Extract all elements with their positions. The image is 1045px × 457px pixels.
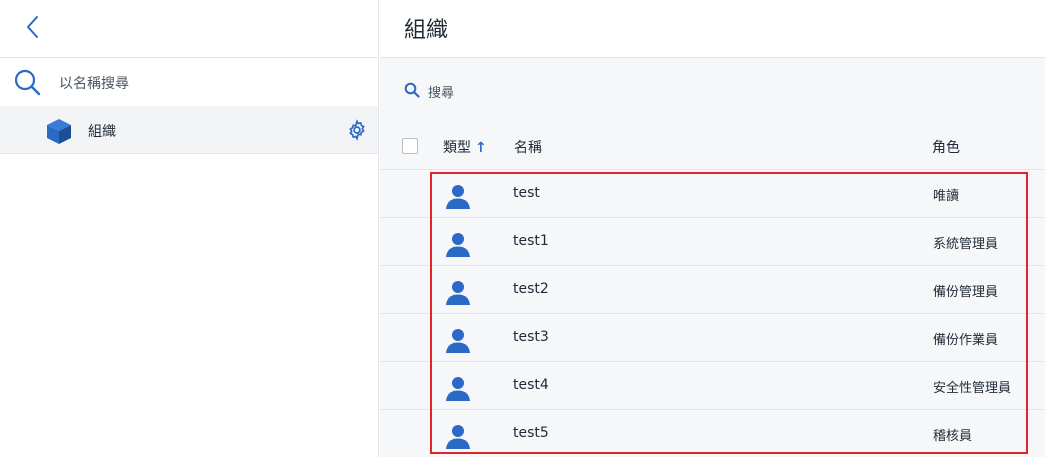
table-row[interactable]: test2 備份管理員 — [380, 266, 1045, 314]
row-name: test — [513, 185, 540, 201]
select-all-checkbox[interactable] — [402, 138, 418, 154]
row-name: test3 — [513, 329, 549, 345]
row-role: 備份管理員 — [933, 285, 999, 300]
row-role: 稽核員 — [933, 429, 973, 444]
page-title: 組織 — [404, 18, 449, 43]
table-row[interactable]: test3 備份作業員 — [380, 314, 1045, 362]
column-header-name[interactable]: 名稱 — [514, 137, 542, 157]
user-icon — [446, 377, 470, 401]
main-header: 組織 — [380, 0, 1045, 58]
row-name: test1 — [513, 233, 549, 249]
user-icon — [446, 329, 470, 353]
user-icon — [446, 281, 470, 305]
column-header-role[interactable]: 角色 — [932, 137, 960, 157]
search-icon — [404, 82, 420, 98]
table-row[interactable]: test4 安全性管理員 — [380, 362, 1045, 410]
table-row[interactable]: test 唯讀 — [380, 170, 1045, 218]
row-role: 唯讀 — [933, 189, 960, 204]
table-search[interactable]: 搜尋 — [400, 76, 510, 104]
sidebar-item-label: 組織 — [88, 124, 116, 140]
main-panel: 組織 搜尋 類型 ↑ 名稱 角色 test 唯讀 test1 系統管理員 test… — [380, 0, 1045, 457]
back-button[interactable] — [18, 12, 46, 42]
user-icon — [446, 425, 470, 449]
gear-icon[interactable] — [346, 119, 368, 141]
sidebar-item-organization[interactable]: 組織 — [0, 106, 378, 154]
row-name: test2 — [513, 281, 549, 297]
row-role: 備份作業員 — [933, 333, 999, 348]
row-role: 系統管理員 — [933, 237, 999, 252]
sidebar-header — [0, 0, 378, 58]
table-row[interactable]: test5 稽核員 — [380, 410, 1045, 457]
user-icon — [446, 185, 470, 209]
search-icon — [14, 69, 41, 96]
column-header-type[interactable]: 類型 ↑ — [443, 137, 487, 157]
user-icon — [446, 233, 470, 257]
row-name: test5 — [513, 425, 549, 441]
chevron-left-icon — [27, 16, 38, 38]
column-header-type-label: 類型 — [443, 140, 471, 156]
table-row[interactable]: test1 系統管理員 — [380, 218, 1045, 266]
table-search-placeholder: 搜尋 — [428, 86, 455, 101]
sort-arrow-up-icon: ↑ — [475, 140, 487, 156]
row-name: test4 — [513, 377, 549, 393]
sidebar: 以名稱搜尋 組織 — [0, 0, 379, 457]
cube-icon — [47, 119, 71, 144]
sidebar-search[interactable]: 以名稱搜尋 — [0, 58, 378, 106]
sidebar-search-placeholder: 以名稱搜尋 — [59, 76, 129, 92]
row-role: 安全性管理員 — [933, 381, 1012, 396]
